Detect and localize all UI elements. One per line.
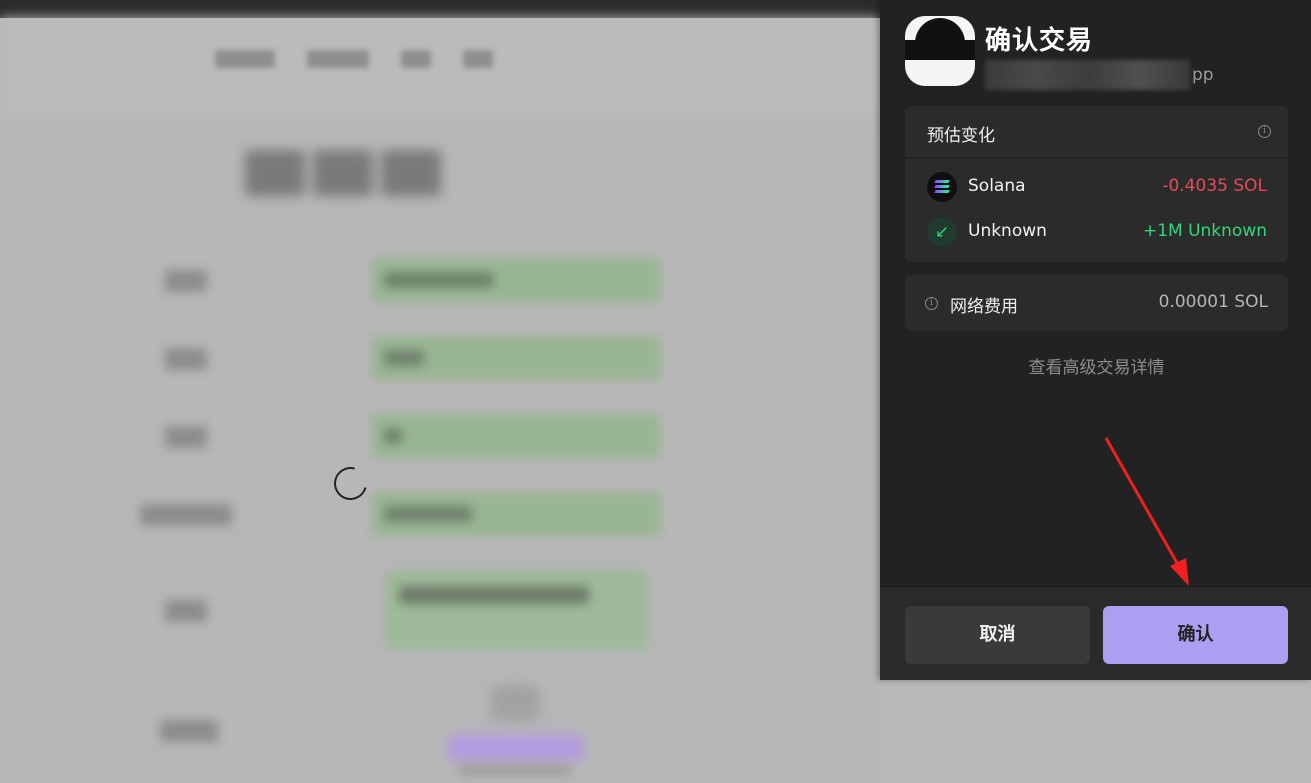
redacted-origin: [985, 60, 1190, 90]
background-footer-text: [460, 765, 570, 775]
background-nav-item: [307, 50, 369, 68]
loading-spinner-icon: [327, 460, 374, 507]
estimated-changes-header: 预估变化 i: [905, 106, 1288, 158]
network-fee-label: 网络费用: [950, 297, 1018, 317]
background-page: [0, 0, 880, 783]
wallet-confirm-panel: 确认交易 pp 预估变化 i Solana -0.4035 SOL ↙ Unkn…: [880, 0, 1311, 680]
asset-name: Solana: [968, 176, 1026, 196]
estimated-changes-title: 预估变化: [927, 126, 995, 146]
info-icon[interactable]: i: [925, 297, 938, 310]
cancel-button[interactable]: 取消: [905, 606, 1090, 664]
asset-change: -0.4035 SOL: [1162, 176, 1267, 196]
background-nav-item: [463, 50, 493, 68]
background-title: [245, 150, 455, 200]
info-icon[interactable]: i: [1258, 125, 1271, 138]
background-nav: [215, 50, 493, 68]
panel-header: 确认交易 pp: [905, 16, 1295, 90]
background-submit-button: [448, 735, 583, 761]
background-image: [490, 685, 540, 721]
background-nav-item: [401, 50, 431, 68]
asset-row-solana: Solana -0.4035 SOL: [927, 172, 1267, 202]
network-fee-value: 0.00001 SOL: [1158, 292, 1268, 312]
solana-icon: [927, 172, 957, 202]
asset-change: +1M Unknown: [1142, 221, 1267, 241]
origin-suffix: pp: [1192, 65, 1214, 85]
advanced-details-link[interactable]: 查看高级交易详情: [905, 353, 1288, 378]
site-origin: pp: [985, 60, 1214, 90]
network-fee-card: i 网络费用 0.00001 SOL: [905, 275, 1288, 331]
browser-top-bar: [0, 0, 880, 18]
site-icon: [905, 16, 975, 86]
background-textarea: [385, 570, 647, 650]
arrow-down-left-icon: ↙: [927, 217, 957, 247]
panel-footer: 取消 确认: [880, 586, 1311, 680]
panel-title: 确认交易: [985, 26, 1094, 56]
background-nav-item: [215, 50, 275, 68]
estimated-changes-card: 预估变化 i Solana -0.4035 SOL ↙ Unknown +1M …: [905, 106, 1288, 262]
asset-row-unknown: ↙ Unknown +1M Unknown: [927, 217, 1267, 247]
confirm-button[interactable]: 确认: [1103, 606, 1288, 664]
asset-name: Unknown: [968, 221, 1047, 241]
background-header: [0, 18, 880, 118]
